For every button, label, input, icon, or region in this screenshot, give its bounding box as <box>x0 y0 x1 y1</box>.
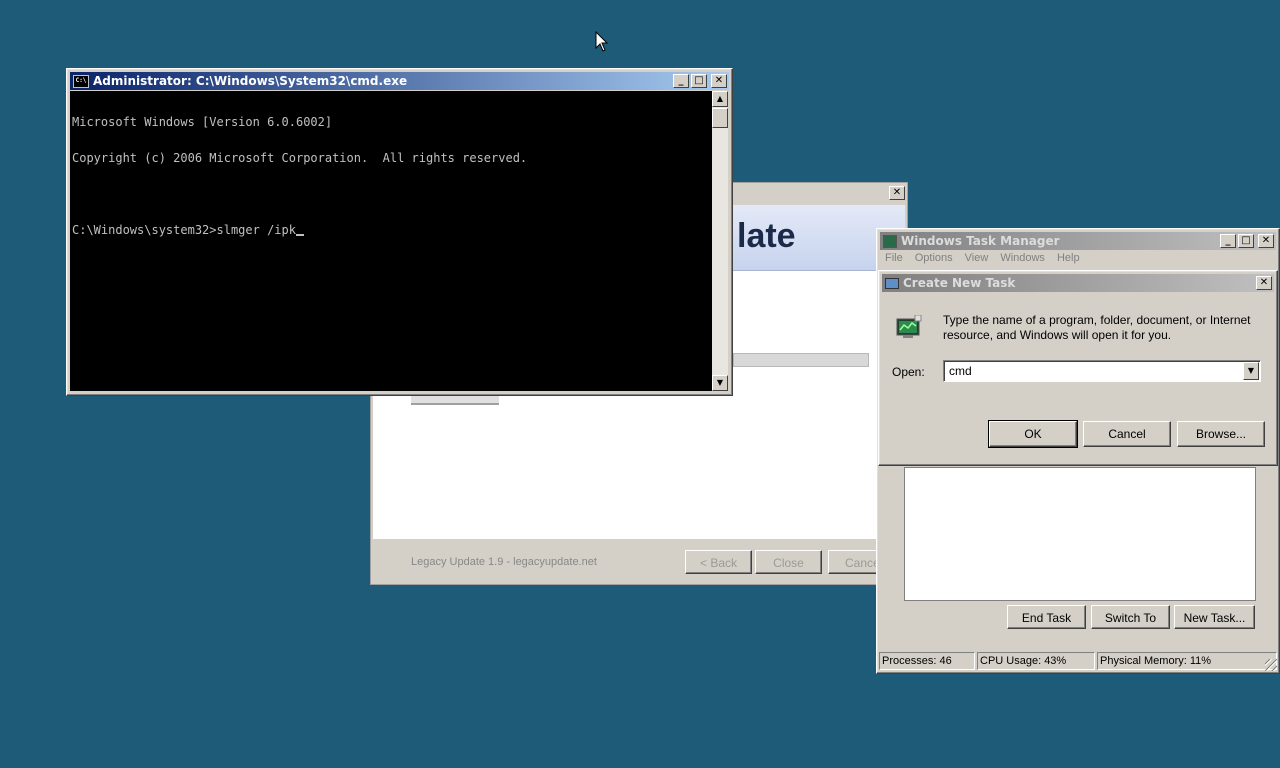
text-cursor <box>295 224 304 236</box>
open-input[interactable]: cmd <box>949 364 972 378</box>
open-combobox[interactable]: cmd ▼ <box>943 360 1261 382</box>
minimize-button[interactable]: _ <box>673 74 689 88</box>
legacy-heading: late <box>737 217 796 255</box>
end-task-button[interactable]: End Task <box>1007 605 1086 629</box>
scroll-up-icon[interactable]: ▲ <box>712 91 728 107</box>
menu-file[interactable]: File <box>885 252 903 264</box>
minimize-button[interactable]: _ <box>1220 234 1236 248</box>
run-program-icon <box>895 314 925 339</box>
cmd-titlebar[interactable]: C:\ Administrator: C:\Windows\System32\c… <box>70 72 729 90</box>
browse-button[interactable]: Browse... <box>1177 421 1265 447</box>
scroll-thumb[interactable] <box>712 108 728 128</box>
close-button[interactable]: ✕ <box>1256 276 1272 290</box>
console-line-3 <box>72 188 710 200</box>
status-cpu: CPU Usage: 43% <box>977 652 1095 670</box>
resize-grip-icon[interactable] <box>1265 659 1277 671</box>
legacy-close-button[interactable]: ✕ <box>889 186 905 200</box>
new-task-button[interactable]: New Task... <box>1174 605 1255 629</box>
create-new-task-dialog: Create New Task ✕ Type the name of a pro… <box>878 270 1278 466</box>
close-button[interactable]: ✕ <box>711 74 727 88</box>
cancel-button[interactable]: Cancel <box>1083 421 1171 447</box>
run-description: Type the name of a program, folder, docu… <box>943 313 1251 342</box>
legacy-footer-text: Legacy Update 1.9 - legacyupdate.net <box>411 556 597 568</box>
status-bar: Processes: 46 CPU Usage: 43% Physical Me… <box>879 652 1277 670</box>
menu-help[interactable]: Help <box>1057 252 1080 264</box>
cmd-window: C:\ Administrator: C:\Windows\System32\c… <box>66 68 733 396</box>
scroll-down-icon[interactable]: ▼ <box>712 375 728 391</box>
maximize-button[interactable]: □ <box>1238 234 1254 248</box>
run-titlebar[interactable]: Create New Task ✕ <box>882 274 1274 292</box>
legacy-close-action-button[interactable]: Close <box>755 550 822 574</box>
maximize-button[interactable]: □ <box>691 74 707 88</box>
close-button[interactable]: ✕ <box>1258 234 1274 248</box>
console-line-2: Copyright (c) 2006 Microsoft Corporation… <box>72 151 528 165</box>
chevron-down-icon[interactable]: ▼ <box>1243 362 1259 380</box>
status-memory: Physical Memory: 11% <box>1097 652 1277 670</box>
ok-button[interactable]: OK <box>988 420 1078 448</box>
cmd-title: Administrator: C:\Windows\System32\cmd.e… <box>93 74 408 88</box>
console-prompt-line: C:\Windows\system32>slmger /ipk <box>72 223 296 237</box>
switch-to-button[interactable]: Switch To <box>1091 605 1170 629</box>
back-button[interactable]: < Back <box>685 550 752 574</box>
run-title-icon <box>885 277 899 289</box>
menu-windows[interactable]: Windows <box>1000 252 1045 264</box>
menu-options[interactable]: Options <box>915 252 953 264</box>
mouse-cursor <box>595 31 609 52</box>
legacy-progress-bar <box>733 353 869 367</box>
cmd-app-icon: C:\ <box>73 74 89 88</box>
taskmgr-titlebar[interactable]: Windows Task Manager _ □ ✕ <box>880 232 1276 250</box>
taskmgr-menubar: File Options View Windows Help <box>885 252 1080 264</box>
taskmgr-title: Windows Task Manager <box>901 234 1060 248</box>
run-title: Create New Task <box>903 276 1016 290</box>
menu-view[interactable]: View <box>965 252 989 264</box>
taskmgr-app-icon <box>883 234 897 248</box>
console-line-1: Microsoft Windows [Version 6.0.6002] <box>72 115 333 129</box>
task-list[interactable] <box>904 467 1256 601</box>
cmd-console[interactable]: Microsoft Windows [Version 6.0.6002] Cop… <box>70 91 712 391</box>
cmd-scrollbar[interactable]: ▲ ▼ <box>712 91 728 391</box>
open-label: Open: <box>892 365 925 379</box>
status-processes: Processes: 46 <box>879 652 975 670</box>
